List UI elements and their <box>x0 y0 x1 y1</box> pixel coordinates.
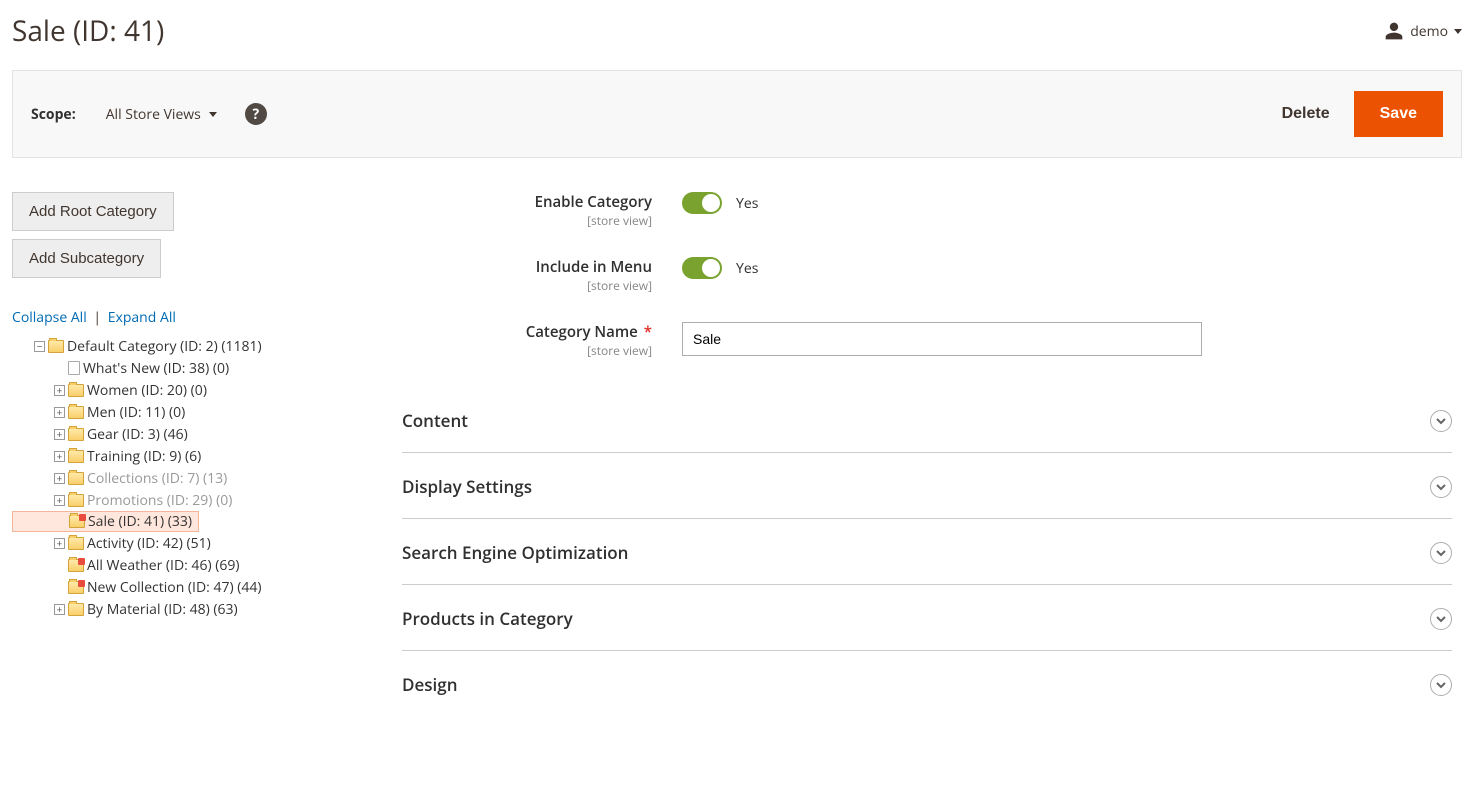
chevron-down-icon <box>1430 608 1452 630</box>
tree-item[interactable]: + Training (ID: 9) (6) <box>12 445 382 467</box>
field-sublabel: [store view] <box>402 342 652 359</box>
include-in-menu-toggle[interactable] <box>682 257 722 279</box>
page-icon <box>68 361 80 375</box>
enable-category-toggle[interactable] <box>682 192 722 214</box>
tree-label[interactable]: Collections (ID: 7) (13) <box>87 469 227 488</box>
chevron-down-icon <box>1430 674 1452 696</box>
tree-label[interactable]: What's New (ID: 38) (0) <box>83 359 229 378</box>
add-root-category-button[interactable]: Add Root Category <box>12 192 174 231</box>
help-icon[interactable]: ? <box>245 103 267 125</box>
section-search-engine-optimization[interactable]: Search Engine Optimization <box>402 519 1452 585</box>
section-display-settings[interactable]: Display Settings <box>402 453 1452 519</box>
save-button[interactable]: Save <box>1354 91 1443 137</box>
tree-item[interactable]: + Promotions (ID: 29) (0) <box>12 489 382 511</box>
field-sublabel: [store view] <box>402 212 652 229</box>
tree-label[interactable]: Training (ID: 9) (6) <box>87 447 201 466</box>
user-menu[interactable]: demo <box>1384 21 1462 41</box>
tree-item[interactable]: What's New (ID: 38) (0) <box>12 357 382 379</box>
delete-button[interactable]: Delete <box>1282 105 1330 123</box>
category-sidebar: Add Root Category Add Subcategory Collap… <box>12 192 382 716</box>
toggle-value: Yes <box>736 259 758 278</box>
category-name-input[interactable] <box>682 322 1202 356</box>
section-title: Products in Category <box>402 607 573 630</box>
section-design[interactable]: Design <box>402 651 1452 716</box>
tree-expand-icon[interactable]: + <box>54 538 65 549</box>
scope-select[interactable]: All Store Views <box>106 105 217 124</box>
section-title: Content <box>402 409 468 432</box>
tree-item[interactable]: Sale (ID: 41) (33) <box>12 511 199 532</box>
folder-tag-icon <box>68 559 84 572</box>
tree-label[interactable]: Sale (ID: 41) (33) <box>88 512 192 531</box>
tree-item[interactable]: New Collection (ID: 47) (44) <box>12 576 382 598</box>
field-label: Include in Menu <box>402 257 652 277</box>
section-content[interactable]: Content <box>402 387 1452 453</box>
folder-tag-icon <box>68 581 84 594</box>
user-name: demo <box>1410 22 1448 41</box>
folder-icon <box>68 472 84 485</box>
folder-icon <box>68 384 84 397</box>
tree-expand-icon[interactable]: + <box>54 495 65 506</box>
folder-icon <box>68 494 84 507</box>
tree-label[interactable]: Default Category (ID: 2) (1181) <box>67 337 262 356</box>
tree-expand-icon[interactable]: + <box>54 451 65 462</box>
folder-icon <box>68 537 84 550</box>
tree-expand-icon[interactable]: + <box>54 407 65 418</box>
field-label: Category Name* <box>402 322 652 342</box>
field-label: Enable Category <box>402 192 652 212</box>
field-category-name: Category Name* [store view] <box>402 322 1452 359</box>
caret-down-icon <box>1454 29 1462 34</box>
tree-item[interactable]: + Collections (ID: 7) (13) <box>12 467 382 489</box>
chevron-down-icon <box>1430 476 1452 498</box>
section-title: Design <box>402 673 458 696</box>
tree-item[interactable]: + By Material (ID: 48) (63) <box>12 598 382 620</box>
tree-expand-icon[interactable]: + <box>54 473 65 484</box>
tree-expand-icon[interactable]: + <box>54 604 65 615</box>
separator: | <box>93 308 101 327</box>
chevron-down-icon <box>1430 542 1452 564</box>
folder-icon <box>68 450 84 463</box>
tree-item[interactable]: + Gear (ID: 3) (46) <box>12 423 382 445</box>
field-include-in-menu: Include in Menu [store view] Yes <box>402 257 1452 294</box>
tree-expand-icon[interactable]: + <box>54 429 65 440</box>
scope-label: Scope: <box>31 105 76 124</box>
folder-tag-icon <box>69 515 85 528</box>
collapse-all-link[interactable]: Collapse All <box>12 308 87 327</box>
tree-label[interactable]: Activity (ID: 42) (51) <box>87 534 211 553</box>
page-title: Sale (ID: 41) <box>12 12 164 50</box>
category-tree: − Default Category (ID: 2) (1181) What's… <box>12 335 382 620</box>
tree-collapse-icon[interactable]: − <box>34 341 45 352</box>
field-sublabel: [store view] <box>402 277 652 294</box>
folder-icon <box>68 428 84 441</box>
tree-item[interactable]: All Weather (ID: 46) (69) <box>12 554 382 576</box>
folder-icon <box>68 406 84 419</box>
content-panel: Enable Category [store view] Yes Include… <box>402 192 1462 716</box>
scope-value: All Store Views <box>106 105 201 124</box>
user-icon <box>1384 21 1404 41</box>
tree-label[interactable]: All Weather (ID: 46) (69) <box>87 556 239 575</box>
toolbar: Scope: All Store Views ? Delete Save <box>12 70 1462 158</box>
expand-all-link[interactable]: Expand All <box>108 308 176 327</box>
tree-label[interactable]: Men (ID: 11) (0) <box>87 403 185 422</box>
section-title: Display Settings <box>402 475 532 498</box>
tree-expand-icon[interactable]: + <box>54 385 65 396</box>
tree-label[interactable]: Gear (ID: 3) (46) <box>87 425 188 444</box>
field-enable-category: Enable Category [store view] Yes <box>402 192 1452 229</box>
caret-down-icon <box>209 112 217 117</box>
tree-label[interactable]: Promotions (ID: 29) (0) <box>87 491 232 510</box>
add-subcategory-button[interactable]: Add Subcategory <box>12 239 161 278</box>
tree-item[interactable]: + Men (ID: 11) (0) <box>12 401 382 423</box>
tree-item[interactable]: + Activity (ID: 42) (51) <box>12 532 382 554</box>
section-title: Search Engine Optimization <box>402 541 628 564</box>
tree-label[interactable]: New Collection (ID: 47) (44) <box>87 578 262 597</box>
folder-icon <box>68 603 84 616</box>
tree-root[interactable]: − Default Category (ID: 2) (1181) <box>12 335 382 357</box>
tree-label[interactable]: By Material (ID: 48) (63) <box>87 600 238 619</box>
toggle-value: Yes <box>736 194 758 213</box>
tree-label[interactable]: Women (ID: 20) (0) <box>87 381 207 400</box>
chevron-down-icon <box>1430 410 1452 432</box>
folder-icon <box>48 340 64 353</box>
section-products-in-category[interactable]: Products in Category <box>402 585 1452 651</box>
tree-item[interactable]: + Women (ID: 20) (0) <box>12 379 382 401</box>
